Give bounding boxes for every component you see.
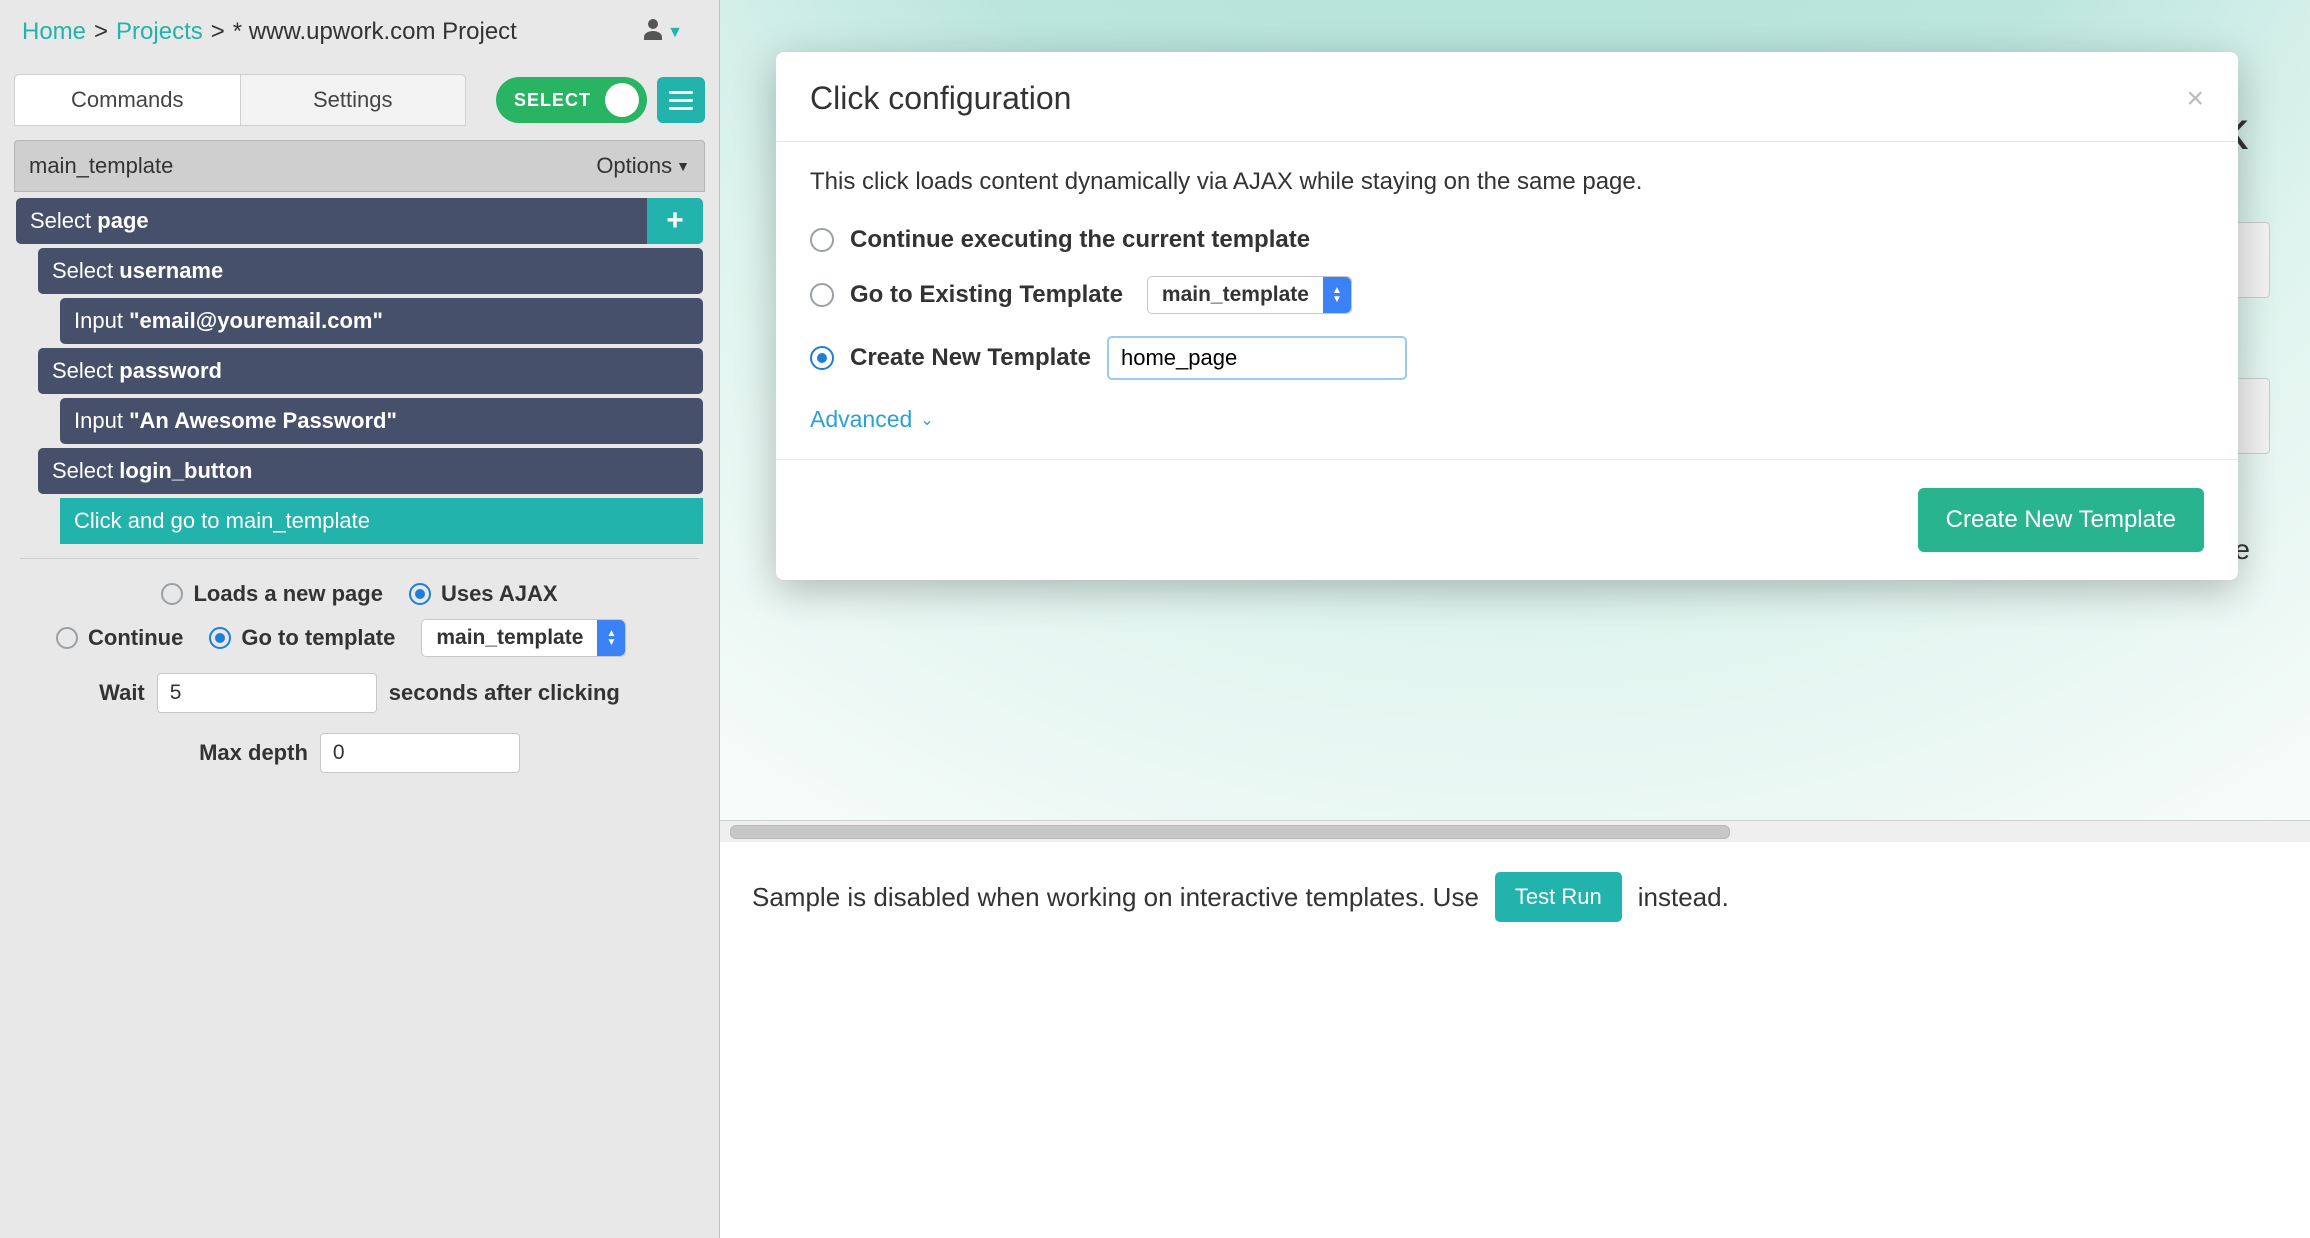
- modal-options: Continue executing the current template …: [810, 226, 2204, 380]
- radio-icon: [209, 627, 231, 649]
- breadcrumb-sep: >: [211, 18, 225, 46]
- sidebar-toolbar: Commands Settings SELECT: [10, 74, 709, 126]
- advanced-label: Advanced: [810, 406, 912, 433]
- radio-icon: [810, 283, 834, 307]
- wait-seconds-input[interactable]: [157, 673, 377, 713]
- select-toggle-label: SELECT: [514, 90, 591, 111]
- existing-template-select[interactable]: main_template ▲▼: [1147, 276, 1352, 314]
- cmd-select-password[interactable]: Select password: [38, 348, 703, 394]
- breadcrumb-projects[interactable]: Projects: [116, 18, 203, 46]
- modal-footer: Create New Template: [776, 459, 2238, 580]
- divider: [20, 558, 699, 559]
- radio-icon: [56, 627, 78, 649]
- select-stepper-icon: ▲▼: [597, 620, 625, 656]
- cmd-select-username[interactable]: Select username: [38, 248, 703, 294]
- template-options[interactable]: Options ▼: [596, 153, 690, 179]
- wait-label-right: seconds after clicking: [389, 680, 620, 706]
- cmd-click-goto[interactable]: Click and go to main_template: [60, 498, 703, 544]
- main-pane: work t time Click configuration × This c…: [720, 0, 2310, 1238]
- sample-note-post: instead.: [1638, 882, 1729, 913]
- radio-uses-ajax[interactable]: Uses AJAX: [409, 581, 558, 607]
- wait-row: Wait seconds after clicking: [16, 663, 703, 723]
- radio-continue[interactable]: Continue: [56, 625, 183, 651]
- radio-label: Uses AJAX: [441, 581, 558, 607]
- toggle-knob: [605, 83, 639, 117]
- radio-goto-template[interactable]: Go to template: [209, 625, 395, 651]
- close-icon: ×: [2186, 82, 2204, 115]
- modal-title: Click configuration: [810, 80, 1071, 117]
- template-header: main_template Options ▼: [14, 140, 705, 192]
- radio-icon: [161, 583, 183, 605]
- test-run-button[interactable]: Test Run: [1495, 872, 1622, 922]
- chevron-down-icon: ⌄: [920, 410, 933, 430]
- cmd-select-page[interactable]: Select page +: [16, 198, 703, 244]
- max-depth-input[interactable]: [320, 733, 520, 773]
- template-options-label: Options: [596, 153, 672, 179]
- goto-template-select[interactable]: main_template ▲▼: [421, 619, 626, 657]
- advanced-toggle[interactable]: Advanced ⌄: [810, 406, 2204, 433]
- breadcrumb: Home > Projects > * www.upwork.com Proje…: [10, 18, 709, 46]
- sidebar: Home > Projects > * www.upwork.com Proje…: [0, 0, 720, 1238]
- modal-opt-continue[interactable]: Continue executing the current template: [810, 226, 2204, 254]
- radio-icon: [810, 228, 834, 252]
- cmd-select-login[interactable]: Select login_button: [38, 448, 703, 494]
- radio-label: Go to Existing Template: [850, 281, 1123, 309]
- site-preview: work t time Click configuration × This c…: [720, 0, 2310, 820]
- radio-loads-new[interactable]: Loads a new page: [161, 581, 383, 607]
- radio-icon: [409, 583, 431, 605]
- modal-close-button[interactable]: ×: [2186, 82, 2204, 116]
- sample-note-pre: Sample is disabled when working on inter…: [752, 882, 1479, 913]
- tab-commands[interactable]: Commands: [15, 75, 241, 125]
- cmd-input-password[interactable]: Input "An Awesome Password": [60, 398, 703, 444]
- user-menu[interactable]: ▼: [643, 18, 683, 47]
- caret-down-icon: ▼: [667, 24, 683, 42]
- command-list: Select page + Select username Input "ema…: [10, 192, 709, 801]
- modal-opt-goto-existing[interactable]: Go to Existing Template main_template ▲▼: [810, 276, 2204, 314]
- depth-row: Max depth: [16, 723, 703, 783]
- modal-description: This click loads content dynamically via…: [810, 168, 2204, 196]
- select-mode-toggle[interactable]: SELECT: [496, 77, 647, 123]
- depth-label: Max depth: [199, 740, 308, 766]
- radio-icon: [810, 346, 834, 370]
- radio-label: Go to template: [241, 625, 395, 651]
- click-config-modal: Click configuration × This click loads c…: [776, 52, 2238, 580]
- modal-header: Click configuration ×: [776, 52, 2238, 142]
- radio-label: Create New Template: [850, 344, 1091, 372]
- select-value: main_template: [422, 626, 597, 650]
- radio-label: Continue executing the current template: [850, 226, 1310, 254]
- plus-icon: +: [666, 204, 684, 238]
- sidebar-tabs: Commands Settings: [14, 74, 466, 126]
- breadcrumb-sep: >: [94, 18, 108, 46]
- breadcrumb-home[interactable]: Home: [22, 18, 86, 46]
- modal-opt-create-new[interactable]: Create New Template: [810, 336, 2204, 380]
- new-template-name-input[interactable]: [1107, 336, 1407, 380]
- after-click-options: Continue Go to template main_template ▲▼: [16, 613, 703, 663]
- radio-label: Continue: [88, 625, 183, 651]
- select-stepper-icon: ▲▼: [1323, 277, 1351, 313]
- cmd-input-email[interactable]: Input "email@youremail.com": [60, 298, 703, 344]
- menu-button[interactable]: [657, 77, 705, 123]
- tab-settings[interactable]: Settings: [241, 75, 466, 125]
- modal-body: This click loads content dynamically via…: [776, 142, 2238, 459]
- caret-down-icon: ▼: [676, 158, 690, 174]
- add-command-button[interactable]: +: [647, 198, 703, 244]
- page-load-options: Loads a new page Uses AJAX: [16, 575, 703, 613]
- horizontal-scrollbar[interactable]: [720, 820, 2310, 842]
- select-value: main_template: [1148, 283, 1323, 307]
- sample-note: Sample is disabled when working on inter…: [720, 842, 2310, 952]
- user-icon: [643, 18, 663, 47]
- breadcrumb-current: * www.upwork.com Project: [233, 18, 517, 46]
- create-template-button[interactable]: Create New Template: [1918, 488, 2204, 552]
- template-name: main_template: [29, 153, 173, 179]
- wait-label-left: Wait: [99, 680, 145, 706]
- radio-label: Loads a new page: [193, 581, 383, 607]
